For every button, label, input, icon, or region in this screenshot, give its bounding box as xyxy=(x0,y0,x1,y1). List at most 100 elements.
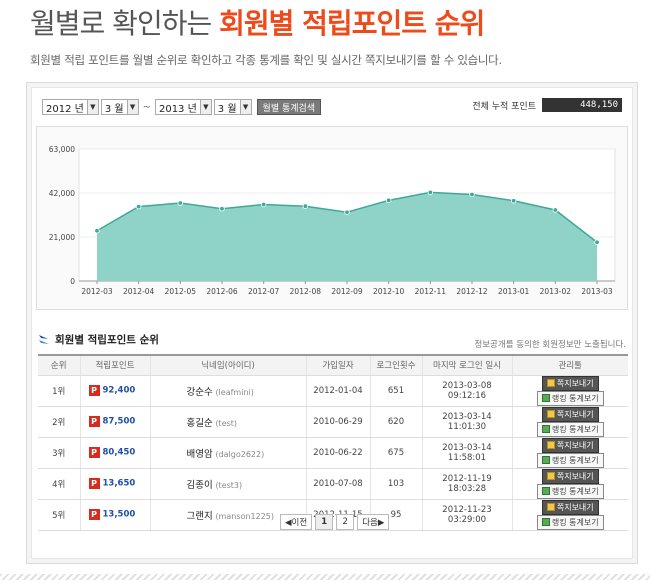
point-badge-icon: P xyxy=(88,385,100,396)
view-stats-button[interactable]: 랭킹 통계보기 xyxy=(536,421,604,437)
send-message-button[interactable]: 쪽지보내기 xyxy=(541,437,599,453)
to-month-value: 3 월 xyxy=(217,103,237,115)
to-month-select[interactable]: 3 월 ▼ xyxy=(213,99,252,115)
last-login-cell: 2013-03-14 11:58:01 xyxy=(421,437,512,469)
to-year-value: 2013 년 xyxy=(158,103,197,115)
table-row: 3위 P 80,450 배영암 (dalgo2622) 2010-06-22 675 201… xyxy=(38,437,628,469)
x-tick-label: 2013-03 xyxy=(581,287,613,296)
member-id: (leafmini) xyxy=(215,387,254,397)
next-page-button[interactable]: 다음▶ xyxy=(357,514,390,530)
send-message-button[interactable]: 쪽지보내기 xyxy=(541,375,599,391)
page-1-button[interactable]: 1 xyxy=(315,514,334,530)
points-value: 87,500 xyxy=(102,416,136,427)
point-badge-icon: P xyxy=(88,478,100,489)
tools-cell: 쪽지보내기 랭킹 통계보기 xyxy=(511,437,628,469)
ranking-title-text: 회원별 적립포인트 순위 xyxy=(55,334,159,346)
range-separator: ~ xyxy=(142,101,151,113)
chart-icon xyxy=(541,518,550,526)
from-year-value: 2012 년 xyxy=(46,103,84,115)
message-icon xyxy=(546,503,555,511)
x-tick-label: 2012-08 xyxy=(290,287,322,296)
x-tick-label: 2012-10 xyxy=(373,287,405,296)
nickname-cell: 배영암 (dalgo2622) xyxy=(149,437,306,469)
bottom-divider xyxy=(0,574,650,580)
rank-cell: 3위 xyxy=(38,437,80,469)
data-point xyxy=(469,191,475,198)
view-stats-button[interactable]: 랭킹 통계보기 xyxy=(536,452,604,468)
login-count-cell: 103 xyxy=(369,468,422,500)
page-2-button[interactable]: 2 xyxy=(336,514,355,530)
table-row: 4위 P 13,650 김종이 (test3) 2010-07-08 103 2012-11… xyxy=(38,468,628,500)
view-stats-label: 랭킹 통계보기 xyxy=(551,393,599,403)
joined-date-cell: 2010-06-22 xyxy=(305,437,370,469)
data-point xyxy=(552,207,559,213)
view-stats-button[interactable]: 랭킹 통계보기 xyxy=(536,390,604,406)
prev-page-button[interactable]: ◀이전 xyxy=(280,514,313,530)
page-title: 월별로 확인하는 회원별 적립포인트 순위 xyxy=(30,2,485,42)
x-tick-label: 2012-05 xyxy=(165,287,197,296)
tools-cell: 쪽지보내기 랭킹 통계보기 xyxy=(511,468,628,500)
points-cell: P 87,500 xyxy=(79,406,150,438)
member-id: (manson1225) xyxy=(215,511,274,521)
view-stats-button[interactable]: 랭킹 통계보기 xyxy=(536,514,604,530)
pagination: ◀이전 1 2 다음▶ xyxy=(280,514,390,530)
send-message-label: 쪽지보내기 xyxy=(556,409,594,419)
points-chart: 63,000 42,000 21,000 0 2012-03 2012-04 2012-05… xyxy=(36,126,628,310)
member-name[interactable]: 배영암 xyxy=(187,449,213,460)
last-login-cell: 2013-03-08 09:12:16 xyxy=(421,375,512,407)
send-message-button[interactable]: 쪽지보내기 xyxy=(541,406,599,422)
send-message-label: 쪽지보내기 xyxy=(556,440,594,450)
points-value: 13,650 xyxy=(102,478,136,489)
tools-cell: 쪽지보내기 랭킹 통계보기 xyxy=(511,499,628,531)
section-logo-icon xyxy=(39,334,49,344)
member-name[interactable]: 그랜지 xyxy=(187,511,213,522)
page-title-plain: 월별로 확인하는 xyxy=(30,7,212,40)
column-header: 가입일자 xyxy=(305,354,370,376)
column-header: 관리툴 xyxy=(511,354,628,376)
member-name[interactable]: 김종이 xyxy=(187,480,213,491)
ranking-panel-inner: 2012 년 ▼ 3 월 ▼ ~ 2013 년 ▼ 3 월 ▼ 월별 통계검색 … xyxy=(31,87,633,559)
rank-cell: 2위 xyxy=(38,406,80,438)
x-tick-label: 2012-07 xyxy=(248,287,280,296)
chart-icon xyxy=(541,487,550,495)
rank-cell: 1위 xyxy=(38,375,80,407)
tools-cell: 쪽지보내기 랭킹 통계보기 xyxy=(511,406,628,438)
to-year-select[interactable]: 2013 년 ▼ xyxy=(154,99,212,115)
total-points-label: 전체 누적 포인트 xyxy=(472,101,536,112)
ranking-table: 순위 적립포인트 닉네임(아이디) 가입일자 로그인횟수 마지막 로그인 일시 관리툴 1위… xyxy=(38,354,628,531)
total-points-value: 448,150 xyxy=(542,98,622,112)
message-icon xyxy=(546,441,555,449)
view-stats-label: 랭킹 통계보기 xyxy=(551,455,599,465)
from-month-value: 3 월 xyxy=(104,103,124,115)
date-filter: 2012 년 ▼ 3 월 ▼ ~ 2013 년 ▼ 3 월 ▼ 월별 통계검색 xyxy=(42,98,322,116)
monthly-search-button[interactable]: 월별 통계검색 xyxy=(256,99,322,115)
from-month-select[interactable]: 3 월 ▼ xyxy=(100,99,139,115)
view-stats-label: 랭킹 통계보기 xyxy=(551,517,599,527)
chevron-down-icon: ▼ xyxy=(86,100,98,114)
member-name[interactable]: 강순수 xyxy=(187,387,213,398)
view-stats-button[interactable]: 랭킹 통계보기 xyxy=(536,483,604,499)
ranking-panel: 2012 년 ▼ 3 월 ▼ ~ 2013 년 ▼ 3 월 ▼ 월별 통계검색 … xyxy=(26,82,638,564)
column-header: 순위 xyxy=(38,354,80,376)
last-login-cell: 2013-03-14 11:01:30 xyxy=(421,406,512,438)
column-header: 적립포인트 xyxy=(79,354,150,376)
send-message-button[interactable]: 쪽지보내기 xyxy=(541,468,599,484)
points-value: 80,450 xyxy=(102,447,136,458)
y-tick-label: 42,000 xyxy=(49,189,75,198)
member-name[interactable]: 홍길순 xyxy=(187,418,213,429)
chevron-down-icon: ▼ xyxy=(239,100,251,114)
x-tick-label: 2012-06 xyxy=(206,287,238,296)
x-tick-label: 2012-04 xyxy=(123,287,155,296)
page-title-accent: 회원별 적립포인트 순위 xyxy=(219,7,485,40)
from-year-select[interactable]: 2012 년 ▼ xyxy=(42,99,99,115)
data-point xyxy=(177,200,184,206)
points-chart-svg: 63,000 42,000 21,000 0 2012-03 2012-04 2012-05… xyxy=(49,145,616,296)
member-id: (test) xyxy=(215,418,238,428)
total-points: 전체 누적 포인트 448,150 xyxy=(472,98,622,112)
ranking-section-title: 회원별 적립포인트 순위 xyxy=(38,332,159,347)
data-point xyxy=(219,206,225,212)
data-point xyxy=(94,228,100,234)
send-message-button[interactable]: 쪽지보내기 xyxy=(541,499,599,515)
chart-icon xyxy=(541,456,550,464)
last-login-cell: 2012-11-19 18:03:28 xyxy=(421,468,512,500)
